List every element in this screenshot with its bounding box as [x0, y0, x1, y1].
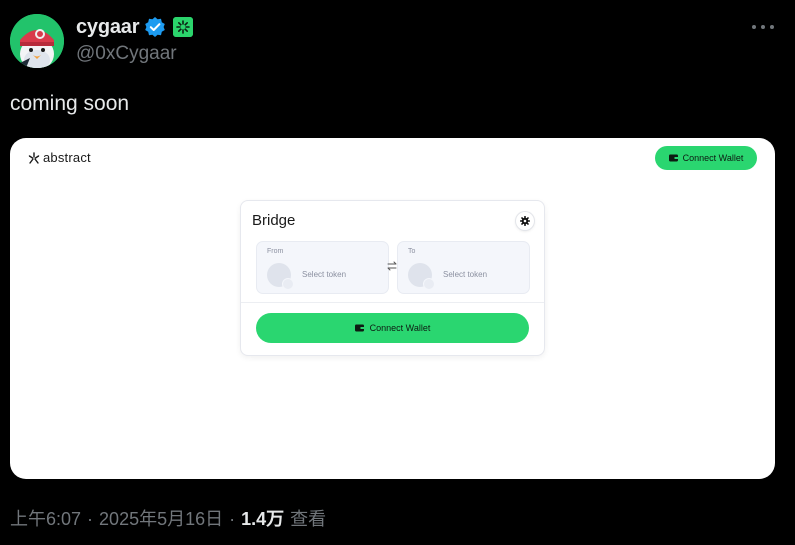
avatar[interactable] — [10, 14, 64, 68]
chain-placeholder-icon — [423, 278, 435, 290]
author-display-name[interactable]: cygaar — [76, 16, 139, 39]
bridge-divider — [241, 302, 544, 303]
bridge-card: Bridge From Select token To Select token… — [240, 200, 545, 356]
header-connect-wallet-label: Connect Wallet — [682, 153, 744, 163]
to-select-token-text: Select token — [443, 270, 488, 279]
affiliate-badge-icon[interactable] — [173, 17, 194, 37]
author-handle[interactable]: @0xCygaar — [76, 43, 177, 65]
views-label: 查看 — [290, 509, 327, 529]
abstract-logo-text: abstract — [43, 150, 91, 165]
views-count[interactable]: 1.4万 — [241, 505, 284, 531]
settings-button — [516, 212, 534, 230]
tweet: cygaar @0xCygaar coming soon abstract Co… — [0, 0, 795, 545]
from-select-token-text: Select token — [302, 270, 347, 279]
more-options-icon[interactable] — [752, 18, 774, 36]
tweet-time[interactable]: 上午6:07 — [10, 505, 81, 531]
wallet-icon — [354, 324, 364, 332]
swap-arrows-icon — [387, 261, 397, 271]
abstract-logo: abstract — [28, 150, 91, 165]
author-name-row: cygaar — [76, 14, 194, 40]
tweet-media-image[interactable]: abstract Connect Wallet Bridge From Sele… — [10, 138, 775, 479]
abstract-logo-icon — [28, 151, 40, 164]
bridge-connect-wallet-button: Connect Wallet — [256, 313, 529, 343]
separator: · — [229, 509, 236, 529]
to-token-selector: To Select token — [397, 241, 530, 294]
bridge-title: Bridge — [252, 212, 296, 229]
separator: · — [87, 509, 94, 529]
wallet-icon — [668, 154, 678, 162]
to-label: To — [408, 248, 416, 255]
verified-badge-icon[interactable] — [144, 16, 166, 38]
header-connect-wallet-button: Connect Wallet — [655, 146, 757, 170]
tweet-text: coming soon — [10, 92, 130, 115]
from-label: From — [267, 248, 284, 255]
from-token-selector: From Select token — [256, 241, 389, 294]
chain-placeholder-icon — [282, 278, 294, 290]
gear-icon — [520, 216, 530, 226]
tweet-metadata: 上午6:07 · 2025年5月16日 · 1.4万 查看 — [10, 505, 326, 531]
bridge-connect-wallet-label: Connect Wallet — [369, 323, 431, 333]
tweet-date[interactable]: 2025年5月16日 — [99, 505, 223, 531]
penguin-avatar-icon — [10, 14, 64, 68]
